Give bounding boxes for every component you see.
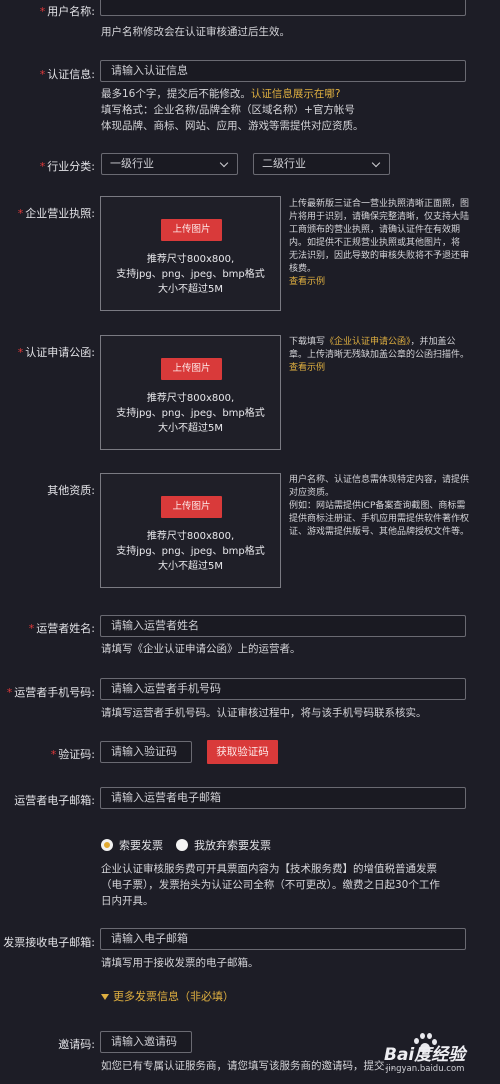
license-example-link[interactable]: 查看示例 [289, 276, 479, 289]
invite-hint: 如您已有专属认证服务商，请您填写该服务商的邀请码，提交... [101, 1060, 395, 1072]
invoice-request-label[interactable]: 索要发票 [119, 837, 163, 853]
license-side-note: 上传最新版三证合一营业执照清晰正面照，图 片将用于识别，请确保完整清晰，仅支持大陆… [289, 198, 479, 289]
license-upload-button[interactable]: 上传图片 [161, 219, 222, 241]
watermark-url: jingyan.baidu.com [386, 1064, 465, 1074]
letter-upload-spec: 推荐尺寸800x800, 支持jpg、png、jpeg、bmp格式 大小不超过5M [116, 393, 265, 434]
get-verify-code-button[interactable]: 获取验证码 [207, 740, 278, 764]
industry-first-select[interactable]: 一级行业 [101, 153, 238, 175]
verify-label: * 验证码: [50, 748, 95, 761]
industry-second-select[interactable]: 二级行业 [253, 153, 390, 175]
more-invoice-info-toggle[interactable]: 更多发票信息（非必填） [101, 988, 234, 1004]
letter-upload-box[interactable]: 上传图片 推荐尺寸800x800, 支持jpg、png、jpeg、bmp格式 大小不… [100, 335, 281, 450]
license-upload-box[interactable]: 上传图片 推荐尺寸800x800, 支持jpg、png、jpeg、bmp格式 大小不… [100, 196, 281, 311]
invoice-email-label: 发票接收电子邮箱: [3, 936, 95, 949]
operator-phone-label: * 运营者手机号码: [6, 686, 95, 699]
caret-down-icon [101, 994, 109, 1000]
invite-label: 邀请码: [58, 1038, 95, 1051]
username-label: * 用户名称: [39, 5, 95, 18]
cert-info-label: * 认证信息: [39, 68, 95, 81]
operator-email-label: 运营者电子邮箱: [14, 794, 95, 807]
operator-email-input[interactable]: 请输入运营者电子邮箱 [100, 787, 466, 809]
username-hint: 用户名称修改会在认证审核通过后生效。 [101, 26, 290, 38]
chevron-down-icon [219, 158, 229, 168]
letter-side-note: 下载填写《企业认证申请公函》，并加盖公 章。上传清晰无残缺加盖公章的公函扫描件。… [289, 336, 479, 375]
cert-info-hint-limit: 最多16个字，提交后不能修改。认证信息展示在哪? [101, 88, 341, 100]
other-upload-button[interactable]: 上传图片 [161, 496, 222, 518]
cert-info-display-link[interactable]: 认证信息展示在哪? [251, 88, 341, 100]
letter-label: * 认证申请公函: [17, 346, 95, 359]
license-label: * 企业营业执照: [17, 207, 95, 220]
operator-name-label: * 运营者姓名: [28, 622, 95, 635]
other-label: 其他资质: [47, 484, 95, 497]
invoice-email-hint: 请填写用于接收发票的电子邮箱。 [101, 957, 259, 969]
letter-example-link[interactable]: 查看示例 [289, 362, 479, 375]
cert-info-hint-format: 填写格式：企业名称/品牌全称（区域名称）+官方帐号 [101, 104, 355, 116]
letter-template-link[interactable]: 《企业认证申请公函》 [325, 337, 411, 347]
invite-code-input[interactable]: 请输入邀请码 [100, 1031, 192, 1053]
operator-name-input[interactable]: 请输入运营者姓名 [100, 615, 466, 637]
username-input[interactable] [100, 0, 466, 16]
industry-label: * 行业分类: [39, 160, 95, 173]
other-upload-box[interactable]: 上传图片 推荐尺寸800x800, 支持jpg、png、jpeg、bmp格式 大小不… [100, 473, 281, 588]
operator-name-hint: 请填写《企业认证申请公函》上的运营者。 [101, 643, 301, 655]
invoice-email-input[interactable]: 请输入电子邮箱 [100, 928, 466, 950]
invoice-decline-radio[interactable] [176, 839, 188, 851]
watermark-logo: Bai度经验 jingyan.baidu.com [384, 1030, 494, 1080]
other-side-note: 用户名称、认证信息需体现特定内容，请提供 对应资质。 例如：网站需提供ICP备案查询… [289, 475, 470, 537]
cert-info-hint-qualification: 体现品牌、商标、网站、应用、游戏等需提供对应资质。 [101, 120, 364, 132]
license-upload-spec: 推荐尺寸800x800, 支持jpg、png、jpeg、bmp格式 大小不超过5M [116, 254, 265, 295]
invoice-request-radio[interactable] [101, 839, 113, 851]
operator-phone-input[interactable]: 请输入运营者手机号码 [100, 678, 466, 700]
letter-upload-button[interactable]: 上传图片 [161, 358, 222, 380]
operator-phone-hint: 请填写运营者手机号码。认证审核过程中，将与该手机号码联系核实。 [101, 707, 427, 719]
invoice-decline-label[interactable]: 我放弃索要发票 [194, 837, 271, 853]
chevron-down-icon [371, 158, 381, 168]
invoice-description: 企业认证审核服务费可开具票面内容为【技术服务费】的增值税普通发票 （电子票），发票… [101, 863, 440, 907]
cert-info-input[interactable]: 请输入认证信息 [100, 60, 466, 82]
watermark-text: Bai度经验 [384, 1045, 466, 1065]
verify-code-input[interactable]: 请输入验证码 [100, 741, 192, 763]
other-upload-spec: 推荐尺寸800x800, 支持jpg、png、jpeg、bmp格式 大小不超过5M [116, 531, 265, 572]
